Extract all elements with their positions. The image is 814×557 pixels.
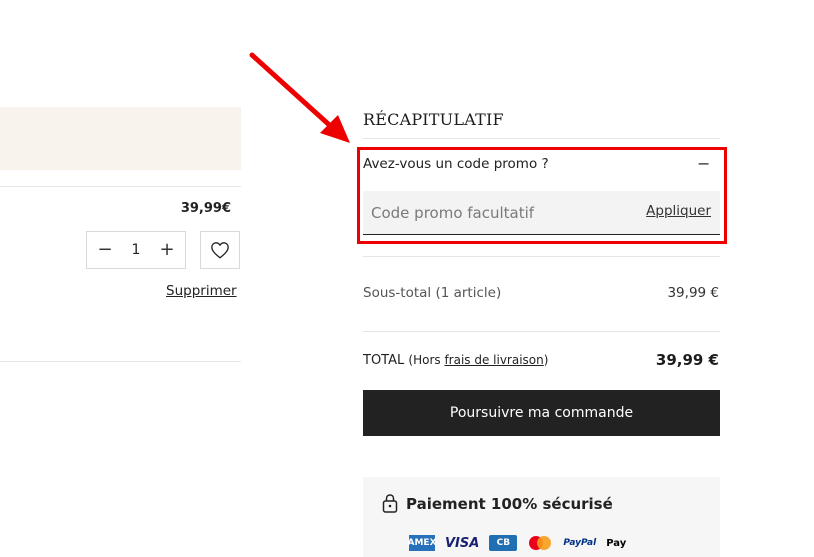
quantity-value: 1 [131, 242, 141, 258]
wishlist-button[interactable] [200, 231, 240, 269]
minus-icon[interactable]: − [95, 241, 115, 259]
visa-icon: VISA [445, 535, 480, 551]
secure-payment-panel: Paiement 100% sécurisé AMEX VISA CB PayP… [363, 477, 720, 557]
total-note-prefix: (Hors [408, 353, 445, 367]
divider [0, 361, 241, 362]
divider [363, 256, 720, 257]
cb-icon: CB [489, 535, 518, 551]
summary-title: RÉCAPITULATIF [363, 110, 504, 129]
promo-code-input[interactable] [363, 191, 639, 234]
mastercard-icon [527, 535, 553, 551]
divider [0, 186, 241, 187]
total-label-text: TOTAL [363, 353, 405, 368]
secure-payment-label: Paiement 100% sécurisé [406, 495, 613, 513]
apply-promo-button[interactable]: Appliquer [646, 203, 711, 219]
checkout-button[interactable]: Poursuivre ma commande [363, 390, 720, 436]
collapse-minus-icon[interactable]: − [697, 156, 711, 172]
divider [363, 331, 720, 332]
arrow-annotation-icon [249, 52, 350, 143]
total-note-suffix: ) [543, 353, 549, 367]
lock-icon [382, 494, 398, 513]
apple-pay-icon: Pay [606, 537, 627, 549]
quantity-stepper[interactable]: − 1 + [86, 231, 186, 269]
promo-toggle-label[interactable]: Avez-vous un code promo ? [363, 156, 549, 172]
plus-icon[interactable]: + [157, 241, 177, 259]
shipping-fees-link[interactable]: frais de livraison [444, 353, 543, 367]
amex-icon: AMEX [408, 535, 437, 551]
paypal-icon: PayPal [563, 538, 597, 548]
item-price: 39,99€ [180, 201, 231, 216]
subtotal-value: 39,99 € [667, 285, 719, 301]
promo-field: Appliquer [363, 191, 720, 235]
subtotal-label: Sous-total (1 article) [363, 285, 502, 301]
total-value: 39,99 € [655, 351, 719, 369]
heart-icon [211, 242, 229, 259]
payment-methods: AMEX VISA CB PayPal Pay [408, 535, 627, 551]
divider [363, 138, 720, 139]
cart-banner [0, 107, 241, 170]
total-label: TOTAL (Hors frais de livraison) [363, 353, 548, 368]
remove-link[interactable]: Supprimer [166, 283, 237, 299]
